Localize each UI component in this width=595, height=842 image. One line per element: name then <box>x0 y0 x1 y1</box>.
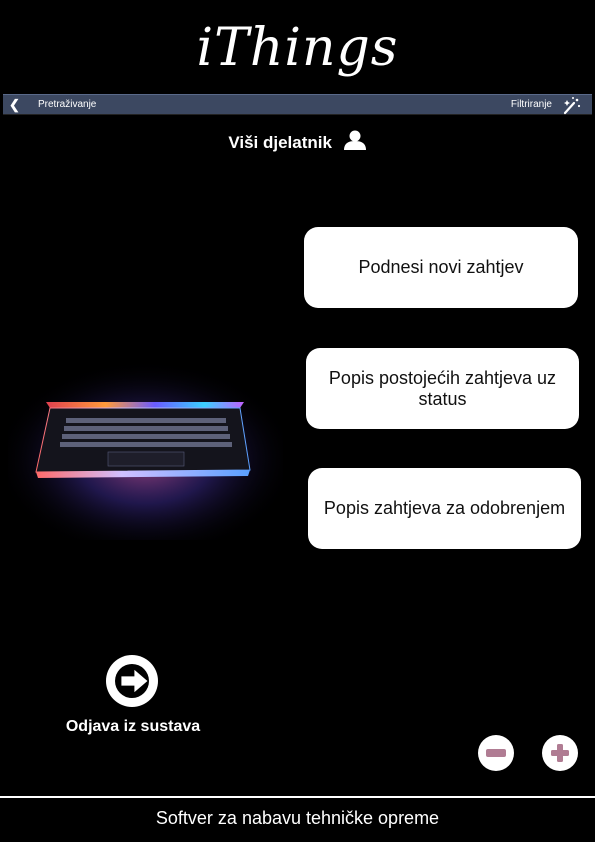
logout-label[interactable]: Odjava iz sustava <box>0 718 266 736</box>
magic-wand-icon[interactable] <box>562 95 582 115</box>
requests-status-button[interactable]: Popis postojećih zahtjeva uz status <box>306 348 579 429</box>
logout-button[interactable] <box>106 655 158 707</box>
app-logo: iThings <box>196 18 399 78</box>
logout-arrow-icon <box>115 664 149 698</box>
user-icon <box>343 130 366 150</box>
role-label: Viši djelatnik <box>228 133 332 152</box>
top-navbar: ❮ Pretraživanje Filtriranje <box>3 94 592 115</box>
filter-nav-link[interactable]: Filtriranje <box>511 99 552 110</box>
zoom-in-button[interactable] <box>542 735 578 771</box>
zoom-out-button[interactable] <box>478 735 514 771</box>
search-nav-link[interactable]: Pretraživanje <box>38 99 96 110</box>
zoom-out-icon <box>486 749 506 757</box>
new-request-button[interactable]: Podnesi novi zahtjev <box>304 227 578 308</box>
footer-divider <box>0 796 595 798</box>
zoom-in-icon <box>551 744 569 762</box>
laptop-image <box>8 360 283 540</box>
requests-approval-button[interactable]: Popis zahtjeva za odobrenjem <box>308 468 581 549</box>
user-role-heading: Viši djelatnik <box>0 130 595 153</box>
chevron-left-icon[interactable]: ❮ <box>9 97 20 113</box>
footer-text: Softver za nabavu tehničke opreme <box>155 808 440 828</box>
